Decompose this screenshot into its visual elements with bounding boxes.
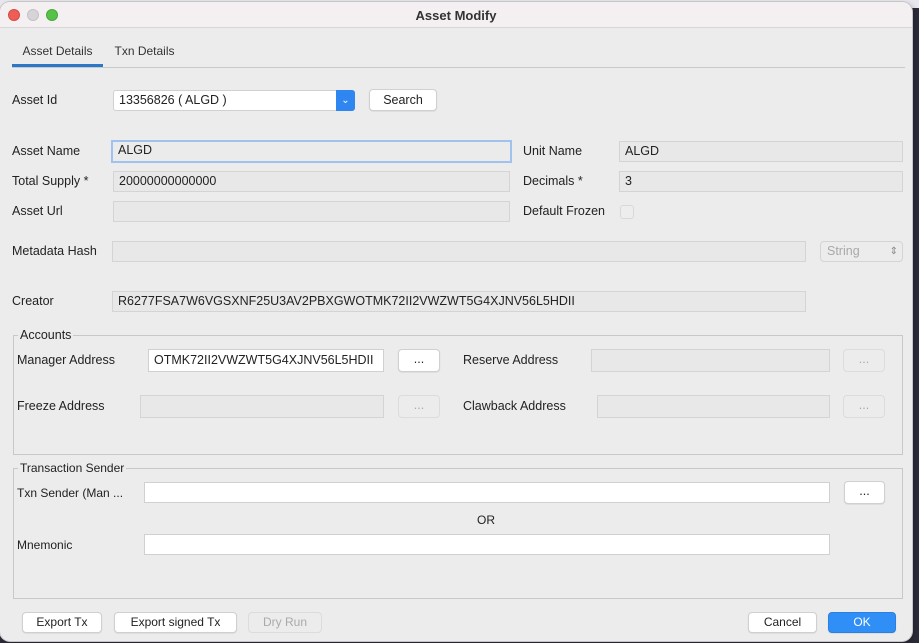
export-signed-tx-button[interactable]: Export signed Tx [114, 612, 237, 633]
freeze-address-label: Freeze Address [17, 399, 105, 413]
decimals-label: Decimals * [523, 174, 583, 188]
creator-label: Creator [12, 294, 54, 308]
asset-id-value: 13356826 ( ALGD ) [119, 93, 227, 107]
metadata-hash-input[interactable] [112, 241, 806, 262]
total-supply-label: Total Supply * [12, 174, 89, 188]
asset-url-label: Asset Url [12, 204, 63, 218]
clawback-address-input[interactable] [597, 395, 830, 418]
creator-input[interactable]: R6277FSA7W6VGSXNF25U3AV2PBXGWOTMK72II2VW… [112, 291, 806, 312]
txn-sender-label: Txn Sender (Man ... [17, 486, 124, 500]
metadata-format-value: String [827, 244, 860, 258]
transaction-sender-group-title: Transaction Sender [18, 461, 127, 475]
txn-sender-input[interactable] [144, 482, 830, 503]
clawback-address-label: Clawback Address [463, 399, 566, 413]
metadata-hash-label: Metadata Hash [12, 244, 97, 258]
ok-button[interactable]: OK [828, 612, 896, 633]
asset-id-label: Asset Id [12, 93, 58, 107]
manager-address-label: Manager Address [17, 353, 115, 367]
default-frozen-checkbox[interactable] [620, 205, 634, 219]
dry-run-button[interactable]: Dry Run [248, 612, 322, 633]
export-tx-button[interactable]: Export Tx [22, 612, 102, 633]
unit-name-label: Unit Name [523, 144, 583, 158]
asset-modify-dialog: Asset Modify Asset Details Txn Details A… [0, 2, 912, 641]
asset-url-input[interactable] [113, 201, 510, 222]
title-bar: Asset Modify [0, 2, 912, 28]
mnemonic-input[interactable] [144, 534, 830, 555]
manager-address-input[interactable]: OTMK72II2VWZWT5G4XJNV56L5HDII [148, 349, 384, 372]
asset-name-label: Asset Name [12, 144, 81, 158]
tab-bar: Asset Details Txn Details [12, 38, 905, 68]
tab-asset-details[interactable]: Asset Details [12, 38, 103, 67]
total-supply-input[interactable]: 20000000000000 [113, 171, 510, 192]
freeze-address-browse-button[interactable]: ... [398, 395, 440, 418]
mnemonic-label: Mnemonic [17, 538, 73, 552]
manager-address-browse-button[interactable]: ... [398, 349, 440, 372]
reserve-address-label: Reserve Address [463, 353, 559, 367]
unit-name-input[interactable]: ALGD [619, 141, 903, 162]
clawback-address-browse-button[interactable]: ... [843, 395, 885, 418]
asset-name-input[interactable]: ALGD [111, 140, 512, 163]
txn-sender-browse-button[interactable]: ... [844, 481, 885, 504]
freeze-address-input[interactable] [140, 395, 384, 418]
window-title: Asset Modify [415, 8, 497, 23]
accounts-group-title: Accounts [18, 328, 74, 342]
cancel-button[interactable]: Cancel [748, 612, 817, 633]
chevron-down-icon[interactable]: ⌄ [336, 90, 355, 111]
default-frozen-label: Default Frozen [523, 204, 605, 218]
decimals-input[interactable]: 3 [619, 171, 903, 192]
up-down-chevron-icon: ⇕ [889, 246, 898, 257]
metadata-format-select[interactable]: String ⇕ [820, 241, 903, 262]
asset-id-combobox[interactable]: 13356826 ( ALGD ) ⌄ [113, 90, 355, 111]
reserve-address-browse-button[interactable]: ... [843, 349, 885, 372]
reserve-address-input[interactable] [591, 349, 830, 372]
tab-txn-details[interactable]: Txn Details [107, 38, 182, 67]
or-separator-label: OR [477, 513, 495, 527]
search-button[interactable]: Search [369, 89, 437, 111]
